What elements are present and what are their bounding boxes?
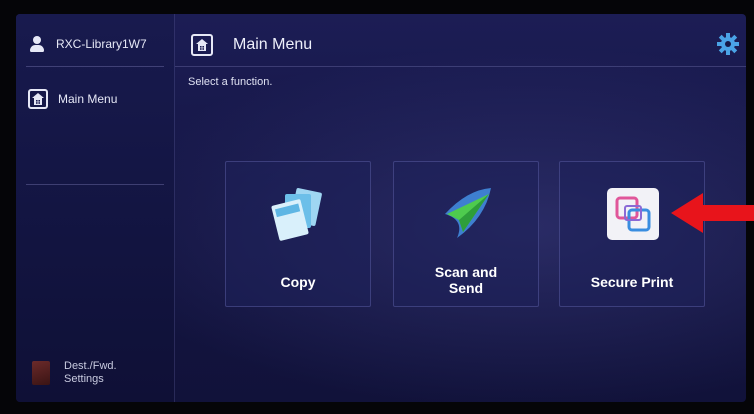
user-account[interactable]: RXC-Library1W7 [16, 32, 174, 56]
header-bar: Main Menu [175, 14, 746, 64]
settings-book-icon [32, 361, 50, 385]
sidebar: RXC-Library1W7 Main Menu Dest./Fwd. Sett… [16, 14, 175, 402]
instruction-text: Select a function. [188, 76, 273, 88]
user-icon [28, 35, 46, 53]
sidebar-divider [26, 184, 164, 185]
touch-screen: RXC-Library1W7 Main Menu Dest./Fwd. Sett… [16, 14, 746, 402]
tile-label: Copy [280, 274, 316, 290]
user-name: RXC-Library1W7 [56, 37, 147, 51]
home-icon[interactable] [191, 34, 213, 56]
sidebar-item-label: Main Menu [58, 92, 118, 106]
dest-fwd-label-line1: Dest./Fwd. [64, 360, 117, 372]
secure-print-tile[interactable]: Secure Print [559, 161, 705, 307]
dest-fwd-settings-button[interactable]: Dest./Fwd. Settings [16, 358, 174, 388]
tile-label: Send [448, 280, 484, 296]
tile-label: Secure Print [590, 274, 674, 290]
tile-label: Scan and [434, 264, 498, 280]
sidebar-item-main-menu[interactable]: Main Menu [16, 86, 174, 112]
copy-tile[interactable]: Copy [225, 161, 371, 307]
gear-icon[interactable] [716, 32, 740, 56]
red-arrow-annotation [671, 193, 754, 233]
page-title: Main Menu [233, 36, 313, 53]
dest-fwd-label-line2: Settings [64, 373, 104, 385]
header-divider [175, 66, 746, 67]
copy-icon [269, 184, 329, 244]
home-icon [28, 89, 48, 109]
secure-print-icon [603, 184, 663, 244]
scan-and-send-tile[interactable]: Scan and Send [393, 161, 539, 307]
paper-plane-icon [437, 184, 497, 244]
sidebar-divider [26, 66, 164, 67]
